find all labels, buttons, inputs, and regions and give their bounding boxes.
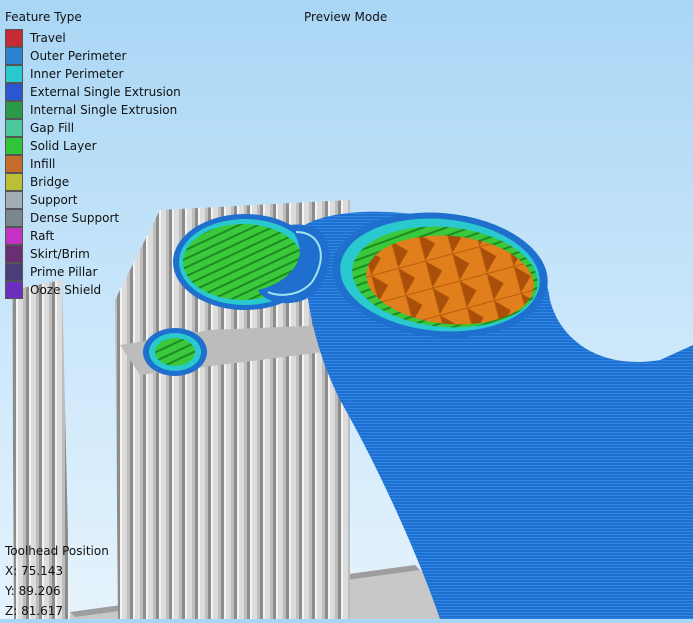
legend-item-label: Solid Layer [30,139,97,153]
legend-item-label: Outer Perimeter [30,49,127,63]
legend-item-label: Bridge [30,175,70,189]
legend-item-label: External Single Extrusion [30,85,181,99]
toolhead-x: X: 75.143 [5,564,64,578]
preview-mode-label: Preview Mode [304,10,388,24]
legend-item: Travel [5,27,82,47]
toolhead-z: Z: 81.617 [5,604,64,618]
legend-item-label: Travel [30,31,66,45]
legend-item: Support [5,189,82,209]
legend-item: Solid Layer [5,135,97,155]
legend-item: Internal Single Extrusion [5,99,177,119]
legend-item: Outer Perimeter [5,45,126,65]
legend-item-label: Skirt/Brim [30,247,90,261]
legend-item: Gap Fill [5,117,82,137]
toolhead-title: Toolhead Position [5,544,109,558]
legend-item-label: Dense Support [30,211,120,225]
toolhead-y: Y: 89.206 [5,584,61,598]
legend-item-label: Gap Fill [30,121,75,135]
legend-item: Raft [5,225,82,245]
legend-item-label: Inner Perimeter [30,67,124,81]
legend-item: Dense Support [5,207,119,227]
feature-type-legend: Feature Type Travel Outer Perimeter Inner … [5,9,181,299]
legend-swatch [5,281,23,299]
legend-item-label: Raft [30,229,55,243]
legend-item: Inner Perimeter [5,63,123,83]
legend-item: Prime Pillar [5,261,97,281]
legend-item-label: Ooze Shield [30,283,102,297]
legend-item: Skirt/Brim [5,243,90,263]
legend-item-label: Support [30,193,78,207]
legend-item-label: Prime Pillar [30,265,98,279]
legend-item: Bridge [5,171,82,191]
legend-item: Ooze Shield [5,279,101,299]
legend-item-label: Infill [30,157,56,171]
legend-item: External Single Extrusion [5,81,181,101]
toolhead-position-panel: Toolhead Position X: 75.143 Y: 89.206 Z:… [5,543,109,623]
legend-item: Infill [5,153,82,173]
legend-title: Feature Type [5,10,82,24]
legend-item-label: Internal Single Extrusion [30,103,178,117]
